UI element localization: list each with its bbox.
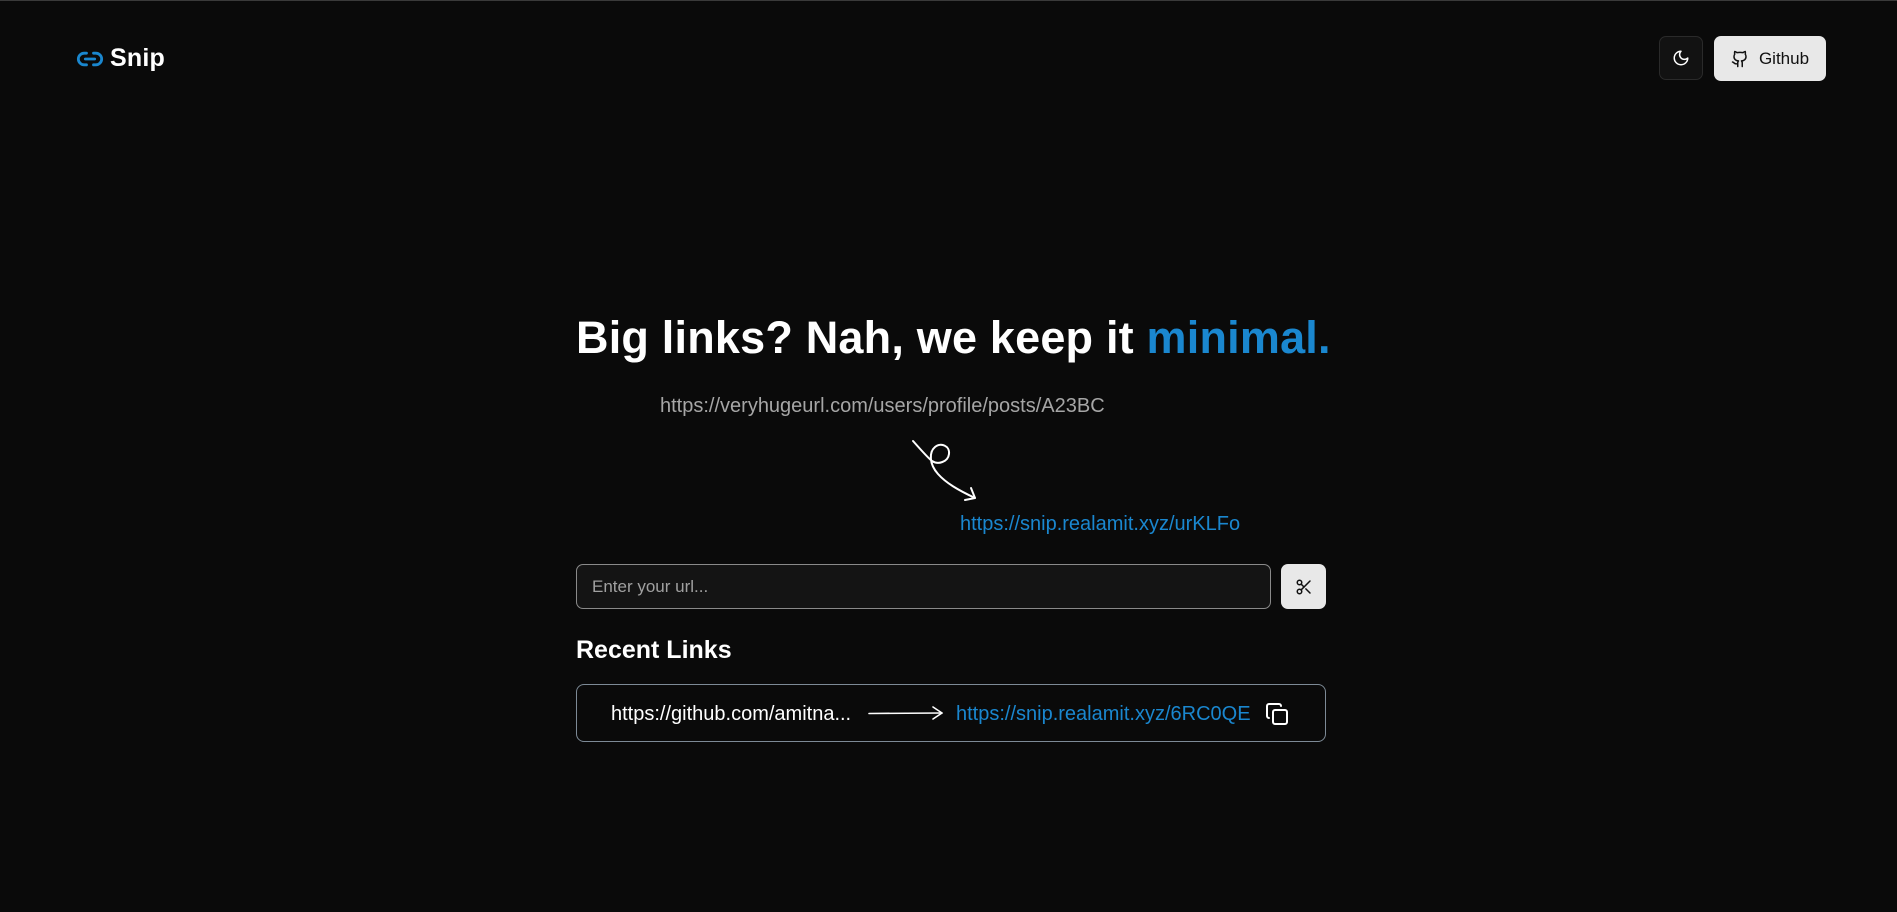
headline-accent: minimal. (1146, 312, 1331, 363)
scissors-icon (1296, 579, 1311, 594)
arrow-right-icon (868, 706, 943, 720)
url-input[interactable] (576, 564, 1271, 609)
example-long-url: https://veryhugeurl.com/users/profile/po… (660, 395, 1105, 417)
github-icon (1731, 50, 1747, 67)
brand-logo-link[interactable]: Snip (76, 44, 165, 73)
github-button[interactable]: Github (1714, 36, 1826, 81)
copy-button[interactable] (1263, 700, 1291, 728)
theme-toggle-button[interactable] (1659, 36, 1703, 80)
recent-long-url: https://github.com/amitna... (611, 703, 852, 725)
moon-icon (1673, 50, 1689, 66)
recent-link-item: https://github.com/amitna... https://sni… (576, 684, 1326, 742)
curly-arrow-icon (912, 440, 976, 501)
recent-short-url[interactable]: https://snip.realamit.xyz/6RC0QE (956, 703, 1251, 726)
page-headline: Big links? Nah, we keep it minimal. (576, 312, 1331, 364)
snip-button[interactable] (1281, 564, 1326, 609)
copy-icon (1266, 703, 1288, 725)
brand-name: Snip (110, 44, 165, 72)
link-icon (76, 51, 104, 66)
recent-links-title: Recent Links (576, 636, 732, 664)
example-short-url: https://snip.realamit.xyz/urKLFo (960, 513, 1241, 535)
headline-text: Big links? Nah, we keep it (576, 312, 1147, 363)
github-button-label: Github (1758, 48, 1810, 68)
top-border (0, 0, 1897, 1)
